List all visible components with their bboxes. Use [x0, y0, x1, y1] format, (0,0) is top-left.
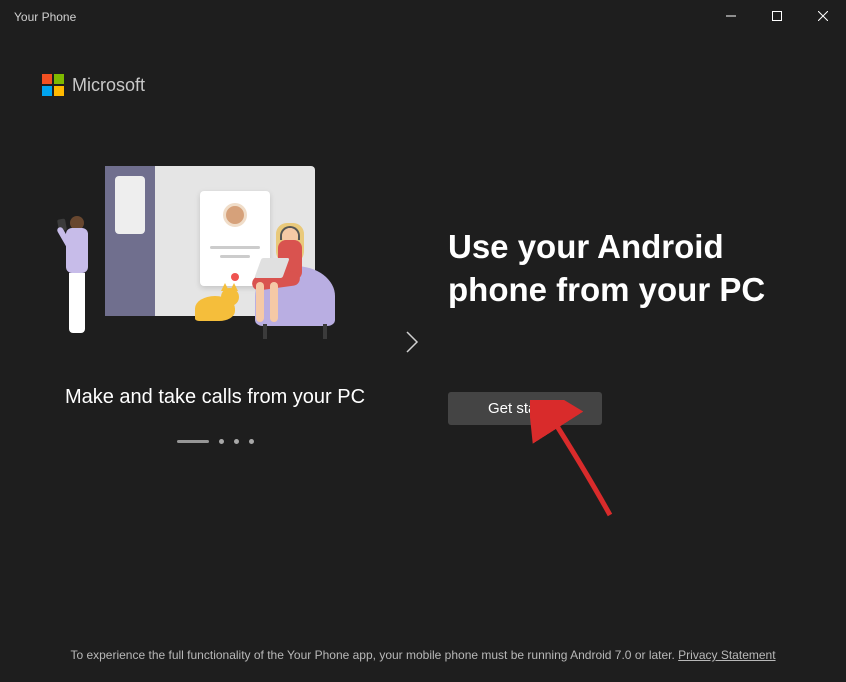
- maximize-button[interactable]: [754, 0, 800, 32]
- get-started-button[interactable]: Get started: [448, 392, 602, 425]
- main-panel: Use your Android phone from your PC Get …: [424, 156, 816, 628]
- content-area: Make and take calls from your PC Use you…: [0, 96, 846, 628]
- illustration: [70, 166, 360, 351]
- carousel-dot-2[interactable]: [219, 439, 224, 444]
- chevron-right-icon: [405, 330, 419, 354]
- window-title: Your Phone: [14, 8, 76, 24]
- minimize-icon: [726, 11, 736, 21]
- window-controls: [708, 0, 846, 32]
- carousel-dots: [40, 439, 390, 444]
- maximize-icon: [772, 11, 782, 21]
- carousel-next[interactable]: [400, 156, 424, 628]
- title-bar: Your Phone: [0, 0, 846, 32]
- minimize-button[interactable]: [708, 0, 754, 32]
- privacy-link[interactable]: Privacy Statement: [678, 648, 775, 662]
- footer-text: To experience the full functionality of …: [70, 648, 678, 662]
- carousel-dot-3[interactable]: [234, 439, 239, 444]
- microsoft-logo-icon: [42, 74, 64, 96]
- app-window: Your Phone Microsoft: [0, 0, 846, 682]
- carousel-dot-4[interactable]: [249, 439, 254, 444]
- carousel-panel: Make and take calls from your PC: [30, 156, 400, 628]
- footer: To experience the full functionality of …: [0, 628, 846, 682]
- carousel-dot-1[interactable]: [177, 440, 209, 443]
- headline: Use your Android phone from your PC: [448, 226, 816, 312]
- carousel-caption: Make and take calls from your PC: [40, 386, 390, 409]
- close-button[interactable]: [800, 0, 846, 32]
- close-icon: [818, 11, 828, 21]
- brand: Microsoft: [0, 32, 846, 96]
- brand-label: Microsoft: [72, 75, 145, 96]
